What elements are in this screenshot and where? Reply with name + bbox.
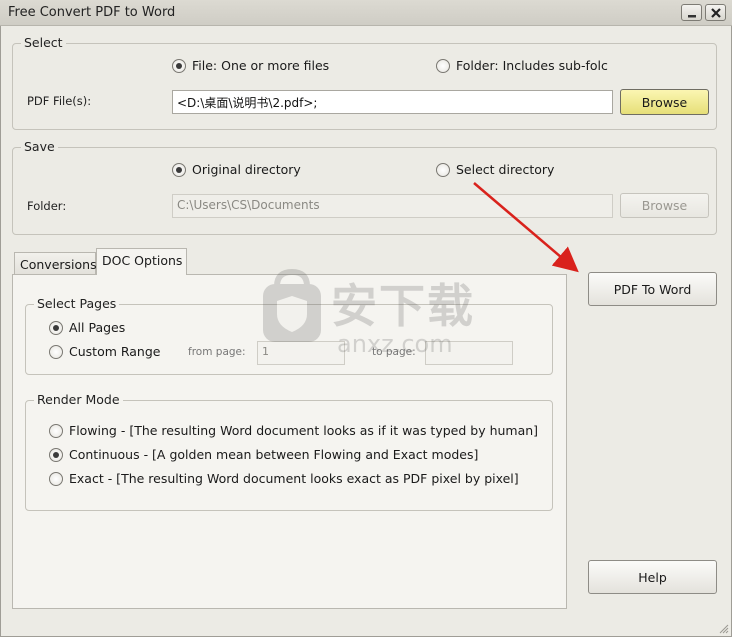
flowing-radio[interactable]: Flowing - [The resulting Word document l… — [49, 423, 538, 438]
select-directory-radio-dot[interactable] — [436, 162, 450, 177]
tab-doc-options[interactable]: DOC Options — [96, 248, 187, 275]
select-pages-title: Select Pages — [34, 296, 120, 311]
close-button[interactable] — [705, 4, 726, 21]
tab-conversions[interactable]: Conversions — [14, 252, 97, 275]
select-group-title: Select — [21, 35, 66, 50]
minimize-button[interactable] — [681, 4, 702, 21]
watermark-chinese-text: 安下载 — [331, 279, 475, 333]
all-pages-radio-dot[interactable] — [49, 320, 63, 335]
folder-input[interactable]: C:\Users\CS\Documents — [172, 194, 613, 218]
save-group: Save Original directory Select directory… — [12, 139, 717, 235]
shield-bag-icon — [263, 268, 321, 342]
exact-radio[interactable]: Exact - [The resulting Word document loo… — [49, 471, 519, 486]
save-group-title: Save — [21, 139, 58, 154]
file-radio-label: File: One or more files — [192, 58, 330, 73]
watermark-logo: 安下载 anxz.com — [257, 268, 477, 368]
select-group: Select File: One or more files Folder: I… — [12, 35, 717, 130]
title-bar: Free Convert PDF to Word — [0, 0, 732, 26]
flowing-label: Flowing - [The resulting Word document l… — [69, 423, 539, 438]
watermark-url-text: anxz.com — [337, 330, 453, 358]
pdf-files-label: PDF File(s): — [27, 94, 92, 108]
continuous-label: Continuous - [A golden mean between Flow… — [69, 447, 479, 462]
close-icon — [710, 8, 721, 18]
flowing-radio-dot[interactable] — [49, 423, 63, 438]
select-directory-label: Select directory — [456, 162, 555, 177]
pdf-to-word-button[interactable]: PDF To Word — [588, 272, 717, 306]
window-title: Free Convert PDF to Word — [8, 5, 176, 20]
pdf-files-input[interactable]: <D:\桌面\说明书\2.pdf>; — [172, 90, 613, 114]
help-button[interactable]: Help — [588, 560, 717, 594]
file-radio-dot[interactable] — [172, 58, 186, 73]
all-pages-label: All Pages — [69, 320, 126, 335]
minimize-icon — [687, 15, 696, 18]
original-directory-radio-dot[interactable] — [172, 162, 186, 177]
render-mode-title: Render Mode — [34, 392, 123, 407]
folder-radio-dot[interactable] — [436, 58, 450, 73]
render-mode-group: Render Mode Flowing - [The resulting Wor… — [25, 392, 553, 511]
folder-radio[interactable]: Folder: Includes sub-folc — [436, 58, 608, 73]
original-directory-radio[interactable]: Original directory — [172, 162, 301, 177]
continuous-radio[interactable]: Continuous - [A golden mean between Flow… — [49, 447, 478, 462]
exact-radio-dot[interactable] — [49, 471, 63, 486]
all-pages-radio[interactable]: All Pages — [49, 320, 125, 335]
custom-range-radio-dot[interactable] — [49, 344, 63, 359]
folder-radio-label: Folder: Includes sub-folc — [456, 58, 608, 73]
folder-label: Folder: — [27, 199, 67, 213]
file-radio[interactable]: File: One or more files — [172, 58, 329, 73]
exact-label: Exact - [The resulting Word document loo… — [69, 471, 519, 486]
custom-range-label: Custom Range — [69, 344, 161, 359]
original-directory-label: Original directory — [192, 162, 301, 177]
resize-grip-icon[interactable] — [717, 622, 729, 634]
from-page-label: from page: — [188, 346, 246, 358]
browse-folder-button[interactable]: Browse — [620, 193, 709, 218]
custom-range-radio[interactable]: Custom Range — [49, 344, 160, 359]
continuous-radio-dot[interactable] — [49, 447, 63, 462]
browse-pdf-button[interactable]: Browse — [620, 89, 709, 115]
select-directory-radio[interactable]: Select directory — [436, 162, 554, 177]
